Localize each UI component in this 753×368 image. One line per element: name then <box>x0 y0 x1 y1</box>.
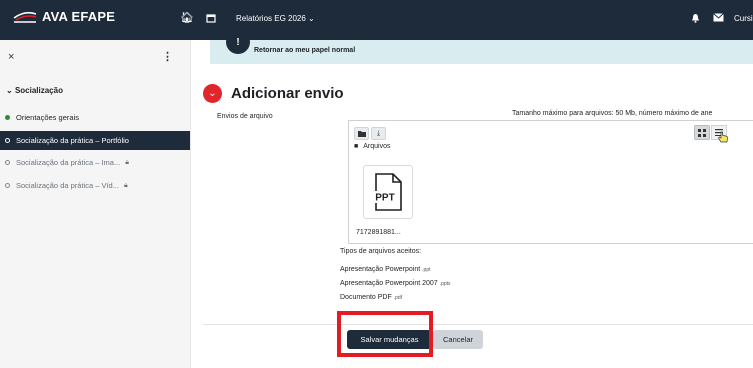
reports-menu-label: Relatórios EG 2026 <box>236 14 306 23</box>
sidebar-item-imagens[interactable]: Socialização da prática – Ima... 🔒︎ <box>0 153 190 172</box>
folder-breadcrumb[interactable]: ■ Arquivos <box>354 143 390 150</box>
form-divider <box>203 324 753 325</box>
accepted-type-item: Apresentação Powerpoint 2007 .pptx <box>340 280 451 287</box>
sidebar-item-portfolio[interactable]: Socialização da prática – Portfólio <box>0 131 190 150</box>
type-ext: .ppt <box>422 267 431 273</box>
calendar-icon[interactable] <box>206 13 216 26</box>
section-heading-label: Socialização <box>14 86 63 95</box>
bell-icon[interactable] <box>691 13 700 26</box>
courses-menu[interactable]: Cursi <box>734 14 753 23</box>
lock-icon: 🔒︎ <box>125 158 129 166</box>
cancel-button[interactable]: Cancelar <box>433 330 483 349</box>
icon-view-icon[interactable] <box>694 125 710 140</box>
type-name: Apresentação Powerpoint <box>340 266 421 273</box>
section-heading[interactable]: ⌄ Socialização <box>6 86 63 95</box>
incomplete-dot-icon <box>5 183 10 188</box>
sidebar-item-orientacoes[interactable]: Orientações gerais <box>0 108 190 127</box>
type-name: Apresentação Powerpoint 2007 <box>340 280 438 287</box>
logo-mark-icon <box>13 11 37 23</box>
role-alert-banner: ! Retornar ao meu papel normal <box>210 30 753 64</box>
lock-icon: 🔒︎ <box>123 181 128 189</box>
top-navbar: AVA EFAPE 🏠︎ Relatórios EG 2026 ⌄ Cursi <box>0 0 753 40</box>
type-name: Documento PDF <box>340 294 392 301</box>
incomplete-dot-icon <box>5 160 10 165</box>
home-icon[interactable]: 🏠︎ <box>180 13 194 24</box>
ppt-file-icon: PPT <box>372 173 402 211</box>
max-size-info: Tamanho máximo para arquivos: 50 Mb, núm… <box>512 110 713 117</box>
mail-icon[interactable] <box>713 13 724 25</box>
incomplete-dot-icon <box>5 138 10 143</box>
completed-dot-icon <box>5 115 10 120</box>
sidebar-item-label: Socialização da prática – Ima... <box>16 158 121 167</box>
file-name[interactable]: 7172891881... <box>356 229 401 236</box>
type-ext: .pptx <box>439 281 451 287</box>
file-manager: ⤓ ■ Arquivos PPT 7172891881... <box>348 120 753 244</box>
type-ext: .pdf <box>393 295 403 301</box>
page-heading: ⌄ Adicionar envio <box>203 84 344 103</box>
accepted-type-item: Documento PDF .pdf <box>340 294 402 301</box>
page-title: Adicionar envio <box>231 85 344 102</box>
download-icon[interactable]: ⤓ <box>371 127 386 140</box>
course-index-drawer: × ⋮ ⌄ Socialização Orientações gerais So… <box>0 40 191 368</box>
info-icon: ! <box>226 30 250 54</box>
site-logo[interactable]: AVA EFAPE <box>12 8 115 24</box>
site-name: AVA EFAPE <box>42 8 116 24</box>
folder-label: Arquivos <box>363 143 391 150</box>
add-file-icon[interactable] <box>354 127 369 140</box>
sidebar-item-label: Orientações gerais <box>16 113 79 122</box>
file-submissions-label: Envios de arquivo <box>217 113 273 120</box>
accepted-types-title: Tipos de arquivos aceitos: <box>340 248 422 255</box>
reports-menu[interactable]: Relatórios EG 2026 ⌄ <box>236 14 315 23</box>
sidebar-item-label: Socialização da prática – Portfólio <box>16 136 129 145</box>
assignment-icon: ⌄ <box>203 84 222 103</box>
drawer-menu-icon[interactable]: ⋮ <box>162 50 173 63</box>
accepted-type-item: Apresentação Powerpoint .ppt <box>340 266 431 273</box>
folder-icon: ■ <box>354 143 359 150</box>
file-badge: PPT <box>375 193 394 204</box>
uploaded-file-tile[interactable]: PPT <box>363 165 413 219</box>
highlight-box <box>337 311 433 357</box>
sidebar-item-videos[interactable]: Socialização da prática – Víd... 🔒︎ <box>0 176 190 195</box>
sidebar-item-label: Socialização da prática – Víd... <box>16 181 119 190</box>
close-drawer-icon[interactable]: × <box>8 51 14 63</box>
return-role-link[interactable]: Retornar ao meu papel normal <box>254 47 355 54</box>
hand-cursor-icon <box>718 131 728 143</box>
